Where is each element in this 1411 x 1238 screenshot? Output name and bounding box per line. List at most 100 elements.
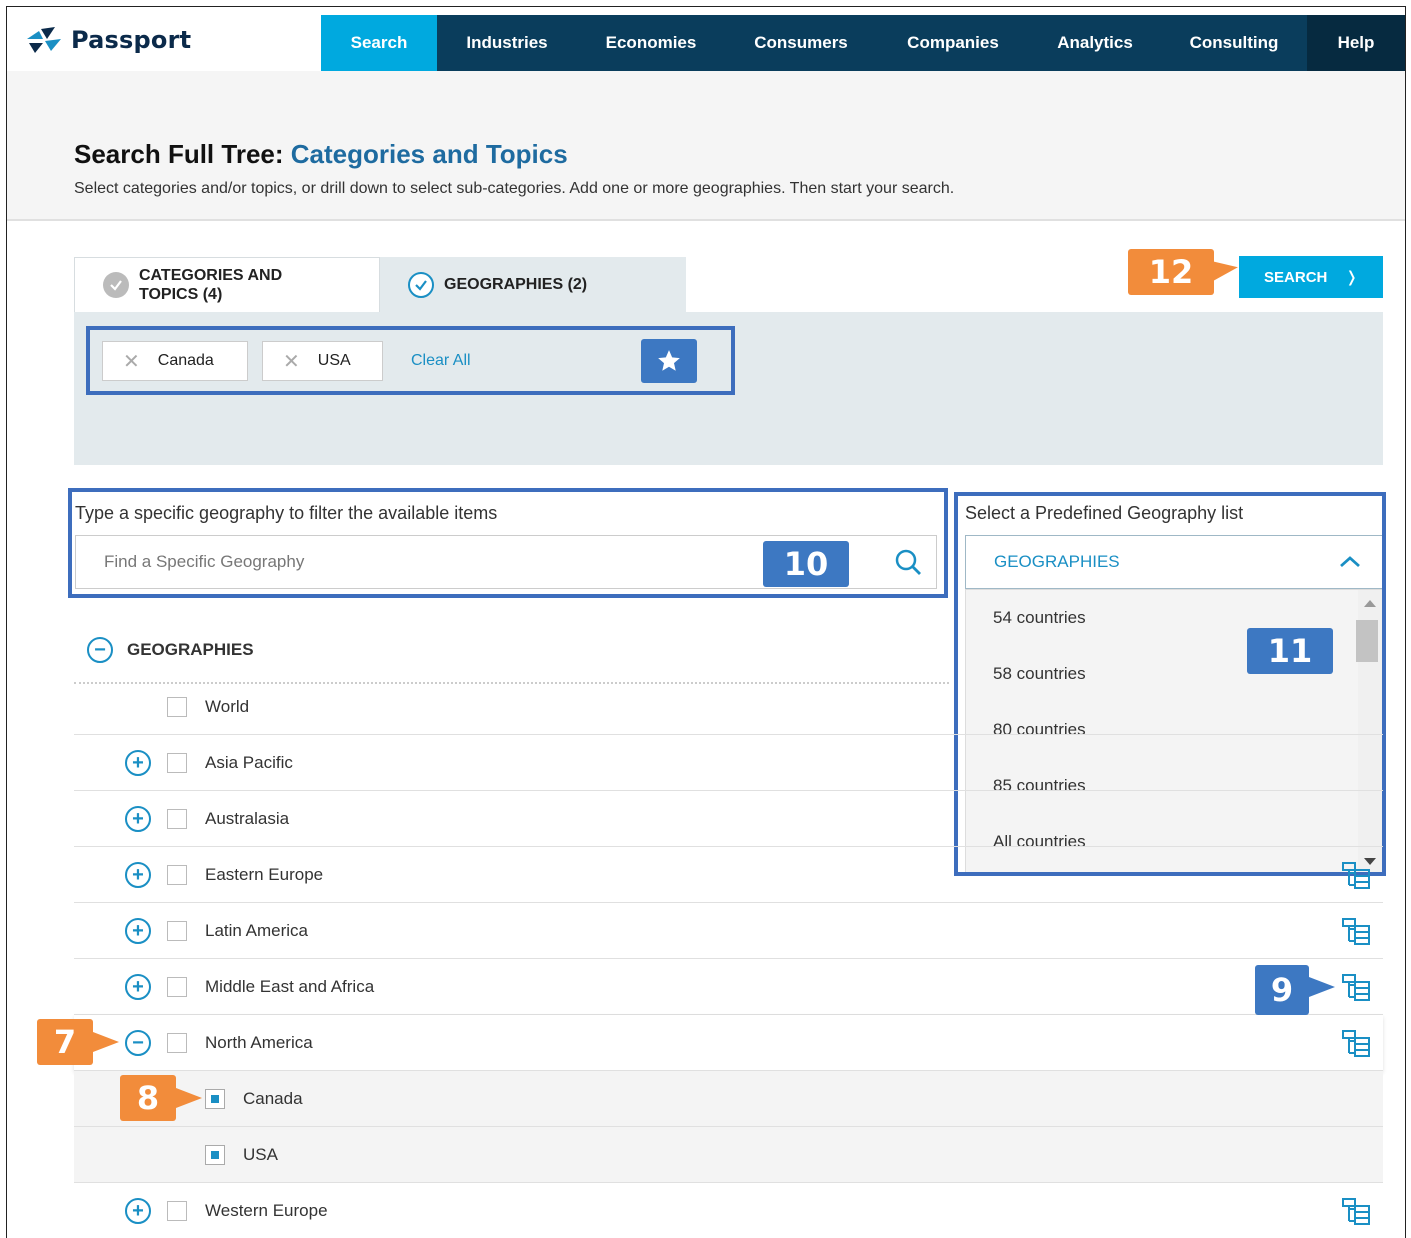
tree-root-geographies[interactable]: − GEOGRAPHIES (87, 637, 254, 663)
tab-geographies[interactable]: GEOGRAPHIES (2) (380, 257, 686, 312)
tree-view-icon[interactable] (1341, 973, 1371, 1003)
row-label: North America (205, 1032, 313, 1052)
row-label: Australasia (205, 808, 290, 828)
row-label: Canada (243, 1088, 303, 1108)
star-icon (658, 350, 680, 371)
close-icon[interactable]: ✕ (283, 349, 300, 374)
title-accent: Categories and Topics (290, 139, 568, 169)
expand-icon[interactable]: + (125, 974, 151, 1000)
nav-economies[interactable]: Economies (577, 15, 725, 71)
page-title: Search Full Tree: Categories and Topics (74, 139, 568, 170)
search-icon[interactable] (893, 547, 923, 577)
checkbox[interactable] (167, 977, 187, 997)
check-circle-icon (103, 272, 129, 298)
title-prefix: Search Full Tree: (74, 139, 284, 169)
checkbox[interactable] (167, 1033, 187, 1053)
search-button[interactable]: SEARCH ❭ (1239, 256, 1383, 298)
callout-10: 10 (763, 541, 849, 587)
expand-icon[interactable]: + (125, 806, 151, 832)
tab-categories-label: CATEGORIES AND TOPICS (4) (139, 266, 282, 304)
tree-root-label: GEOGRAPHIES (127, 640, 254, 659)
chip-label: USA (317, 352, 351, 369)
tree-row-latin-america: + Latin America (74, 903, 1383, 959)
tab-categories[interactable]: CATEGORIES AND TOPICS (4) (74, 257, 380, 312)
row-label: World (205, 696, 250, 716)
expand-icon[interactable]: + (125, 918, 151, 944)
tree-view-icon[interactable] (1341, 917, 1371, 947)
tree-row-world: World (74, 679, 1383, 735)
row-label: Middle East and Africa (205, 976, 375, 996)
favorite-star-button[interactable] (641, 339, 697, 383)
chip-label: Canada (157, 352, 214, 369)
collapse-icon[interactable]: − (125, 1030, 151, 1056)
row-label: USA (243, 1144, 278, 1164)
row-label: Eastern Europe (205, 864, 324, 884)
tab-categories-line1: CATEGORIES AND (139, 267, 283, 284)
check-circle-icon (408, 271, 434, 298)
chevron-right-icon: ❭ (1345, 269, 1358, 286)
nav-analytics[interactable]: Analytics (1029, 15, 1161, 71)
callout-12: 12 (1128, 249, 1214, 295)
callout-12-arrow (1210, 257, 1240, 281)
chevron-up-icon (1340, 556, 1360, 568)
checkbox[interactable] (167, 1201, 187, 1221)
expand-icon[interactable]: + (125, 750, 151, 776)
predefined-selected-value: GEOGRAPHIES (994, 552, 1120, 571)
callout-8: 8 (120, 1075, 176, 1121)
nav-industries[interactable]: Industries (437, 15, 577, 71)
tree-view-icon[interactable] (1341, 1197, 1371, 1227)
expand-icon[interactable]: + (125, 862, 151, 888)
callout-9: 9 (1255, 965, 1309, 1015)
search-button-label: SEARCH (1264, 268, 1328, 286)
tree-row-usa: USA (74, 1127, 1383, 1183)
callout-9-arrow (1309, 977, 1335, 997)
row-label: Latin America (205, 920, 308, 940)
nav-search[interactable]: Search (321, 15, 437, 71)
selected-geographies-panel (74, 312, 1383, 465)
tree-row-canada: Canada (74, 1071, 1383, 1127)
nav-consulting[interactable]: Consulting (1161, 15, 1307, 71)
nav-help[interactable]: Help (1307, 15, 1405, 71)
checkbox[interactable] (167, 865, 187, 885)
tree-row-australasia: + Australasia (74, 791, 1383, 847)
main-menu: Search Industries Economies Consumers Co… (321, 15, 1405, 71)
tab-geographies-label: GEOGRAPHIES (2) (444, 275, 588, 293)
passport-logo[interactable]: Passport (25, 25, 191, 55)
tree-row-asia-pacific: + Asia Pacific (74, 735, 1383, 791)
scroll-up-arrow-icon[interactable] (1364, 600, 1376, 607)
checkbox[interactable] (167, 809, 187, 829)
callout-8-arrow (176, 1088, 202, 1108)
nav-consumers[interactable]: Consumers (725, 15, 877, 71)
checkbox-checked[interactable] (205, 1145, 225, 1165)
app-frame: Passport Search Industries Economies Con… (6, 6, 1406, 1238)
tree-row-middle-east-africa: + Middle East and Africa (74, 959, 1383, 1015)
row-label: Western Europe (205, 1200, 328, 1220)
expand-icon[interactable]: + (125, 1198, 151, 1224)
scrollbar-thumb[interactable] (1356, 620, 1378, 662)
tree-view-icon[interactable] (1341, 861, 1371, 891)
checkbox[interactable] (167, 753, 187, 773)
tab-categories-line2: TOPICS (4) (139, 286, 223, 303)
callout-7: 7 (37, 1019, 93, 1065)
page-subtitle: Select categories and/or topics, or dril… (74, 180, 955, 197)
checkbox[interactable] (167, 697, 187, 717)
tree-row-eastern-europe: + Eastern Europe (74, 847, 1383, 903)
tree-row-western-europe: + Western Europe (74, 1183, 1383, 1238)
collapse-icon[interactable]: − (87, 637, 113, 663)
tree-row-north-america: − North America (74, 1015, 1383, 1071)
chip-usa[interactable]: ✕ USA (262, 341, 383, 381)
clear-all-link[interactable]: Clear All (411, 352, 471, 370)
predefined-list-label: Select a Predefined Geography list (965, 503, 1244, 523)
nav-companies[interactable]: Companies (877, 15, 1029, 71)
row-label: Asia Pacific (205, 752, 293, 772)
checkbox-checked[interactable] (205, 1089, 225, 1109)
close-icon[interactable]: ✕ (123, 349, 140, 374)
filter-label: Type a specific geography to filter the … (75, 503, 498, 523)
chip-canada[interactable]: ✕ Canada (102, 341, 248, 381)
checkbox[interactable] (167, 921, 187, 941)
page-header: Search Full Tree: Categories and Topics … (7, 71, 1405, 221)
callout-7-arrow (93, 1032, 119, 1052)
passport-logo-icon (27, 27, 61, 53)
tree-view-icon[interactable] (1341, 1029, 1371, 1059)
predefined-list-dropdown[interactable]: GEOGRAPHIES (965, 535, 1383, 589)
